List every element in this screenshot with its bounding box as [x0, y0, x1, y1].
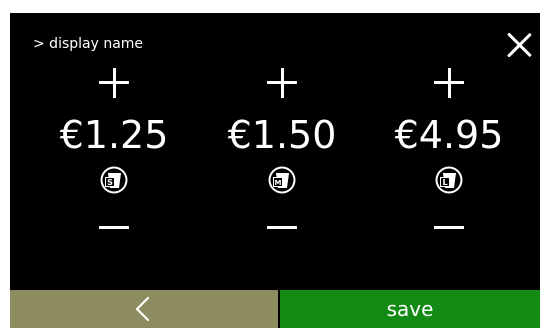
cup-size-letter-small: S: [107, 178, 113, 187]
cup-size-letter-large: L: [442, 178, 447, 187]
size-column-small: €1.25 S: [44, 68, 184, 243]
cup-size-large-icon: L: [435, 166, 463, 194]
back-button[interactable]: [10, 290, 278, 328]
size-column-medium: €1.50 M: [212, 68, 352, 243]
screen: > display name €1.25 S €1.50 M €4.95 L s…: [10, 13, 540, 328]
size-column-large: €4.95 L: [379, 68, 519, 243]
cup-size-letter-medium: M: [275, 179, 282, 187]
breadcrumb: > display name: [33, 36, 144, 52]
decrease-price-small-minus-icon[interactable]: [99, 213, 129, 243]
price-medium: €1.50: [227, 113, 337, 157]
bottom-action-bar: save: [10, 290, 540, 328]
decrease-price-large-minus-icon[interactable]: [434, 213, 464, 243]
save-button[interactable]: save: [280, 290, 540, 328]
close-icon[interactable]: [505, 31, 533, 59]
increase-price-large-plus-icon[interactable]: [434, 68, 464, 98]
cup-size-medium-icon: M: [268, 166, 296, 194]
decrease-price-medium-minus-icon[interactable]: [267, 213, 297, 243]
chevron-left-icon: [135, 296, 150, 322]
price-small: €1.25: [59, 113, 169, 157]
increase-price-small-plus-icon[interactable]: [99, 68, 129, 98]
price-large: €4.95: [394, 113, 504, 157]
cup-size-small-icon: S: [100, 166, 128, 194]
increase-price-medium-plus-icon[interactable]: [267, 68, 297, 98]
